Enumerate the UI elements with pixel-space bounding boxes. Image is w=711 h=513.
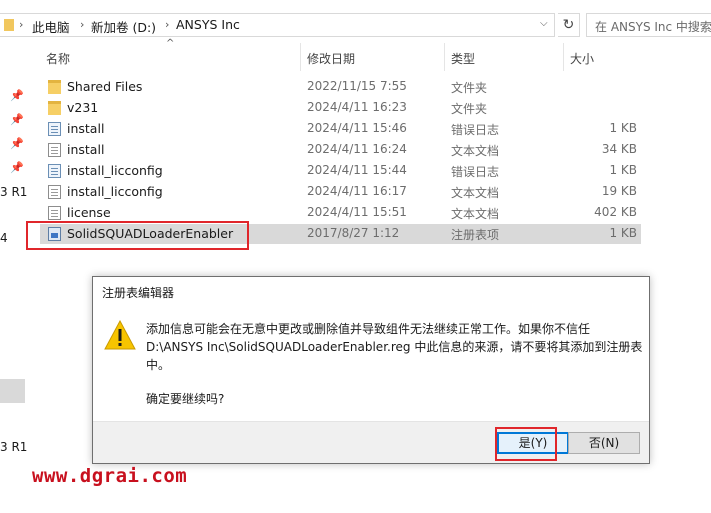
chevron-down-icon[interactable]: ⌵: [540, 18, 548, 29]
file-size: 34 KB: [601, 142, 637, 156]
file-type: 文本文档: [451, 207, 500, 221]
text-file-icon: [48, 185, 61, 199]
file-row[interactable]: install_licconfig 2024/4/11 16:17 文本文档 1…: [40, 182, 641, 202]
column-header-name[interactable]: 名称: [46, 50, 70, 67]
dialog-message-line: 添加信息可能会在无意中更改或删除值并导致组件无法继续正常工作。如果你不信任: [146, 322, 591, 336]
search-placeholder: 在 ANSYS Inc 中搜索: [595, 20, 711, 34]
warning-icon: [104, 320, 136, 350]
nav-item-fragment[interactable]: 3 R1: [0, 185, 27, 199]
highlight-box-file: [26, 221, 249, 250]
text-file-icon: [48, 143, 61, 157]
log-file-icon: [48, 164, 61, 178]
column-divider[interactable]: [300, 43, 301, 71]
dialog-message: 添加信息可能会在无意中更改或删除值并导致组件无法继续正常工作。如果你不信任 D:…: [146, 320, 646, 374]
file-size: 1 KB: [609, 121, 637, 135]
file-date: 2024/4/11 16:23: [307, 100, 407, 114]
file-row[interactable]: install 2024/4/11 15:46 错误日志 1 KB: [40, 119, 641, 139]
file-row[interactable]: license 2024/4/11 15:51 文本文档 402 KB: [40, 203, 641, 223]
breadcrumb-this-pc[interactable]: 此电脑: [32, 17, 70, 36]
folder-icon: [4, 19, 14, 31]
file-size: 1 KB: [609, 163, 637, 177]
dialog-button-bar: 是(Y) 否(N): [93, 421, 649, 463]
dialog-message-line: D:\ANSYS Inc\SolidSQUADLoaderEnabler.reg…: [146, 340, 643, 354]
column-header-type[interactable]: 类型: [451, 50, 475, 67]
dialog-title: 注册表编辑器: [102, 286, 175, 300]
file-date: 2017/8/27 1:12: [307, 226, 400, 240]
log-file-icon: [48, 122, 61, 136]
pin-icon: 📌: [10, 89, 24, 102]
nav-item-selected[interactable]: [0, 379, 25, 403]
file-name: install: [67, 142, 105, 157]
file-name: install: [67, 121, 105, 136]
nav-item-fragment[interactable]: 3 R1: [0, 440, 27, 454]
file-size: 402 KB: [594, 205, 637, 219]
refresh-icon: ↻: [562, 17, 575, 33]
watermark: www.dgrai.com: [32, 465, 188, 487]
sort-ascending-icon: ^: [166, 38, 175, 49]
file-date: 2022/11/15 7:55: [307, 79, 407, 93]
file-type: 文本文档: [451, 186, 500, 200]
dialog-confirm-text: 确定要继续吗?: [146, 392, 225, 406]
folder-icon: [48, 101, 61, 115]
file-type: 注册表项: [451, 228, 500, 242]
text-file-icon: [48, 206, 61, 220]
file-size: 1 KB: [609, 226, 637, 240]
chevron-right-icon: ›: [165, 18, 170, 31]
file-name: install_licconfig: [67, 184, 163, 199]
chevron-right-icon: ›: [80, 18, 85, 31]
file-row[interactable]: v231 2024/4/11 16:23 文件夹: [40, 98, 641, 118]
search-input[interactable]: 在 ANSYS Inc 中搜索: [586, 13, 711, 37]
file-name: install_licconfig: [67, 163, 163, 178]
column-header-date[interactable]: 修改日期: [307, 50, 355, 67]
file-row[interactable]: Shared Files 2022/11/15 7:55 文件夹: [40, 77, 641, 97]
highlight-box-yes: [495, 427, 557, 461]
breadcrumb-ansys[interactable]: ANSYS Inc: [176, 17, 240, 32]
column-divider[interactable]: [444, 43, 445, 71]
refresh-button[interactable]: ↻: [558, 13, 580, 37]
file-name: Shared Files: [67, 79, 143, 94]
file-date: 2024/4/11 16:17: [307, 184, 407, 198]
dialog-message-line: 中。: [146, 358, 171, 372]
pin-icon: 📌: [10, 113, 24, 126]
file-row[interactable]: install 2024/4/11 16:24 文本文档 34 KB: [40, 140, 641, 160]
file-row[interactable]: install_licconfig 2024/4/11 15:44 错误日志 1…: [40, 161, 641, 181]
chevron-right-icon: ›: [19, 18, 24, 31]
file-type: 文件夹: [451, 102, 488, 116]
file-date: 2024/4/11 15:46: [307, 121, 407, 135]
pin-icon: 📌: [10, 161, 24, 174]
file-size: 19 KB: [601, 184, 637, 198]
file-name: v231: [67, 100, 99, 115]
file-type: 错误日志: [451, 165, 500, 179]
column-header-size[interactable]: 大小: [570, 50, 594, 67]
file-type: 文件夹: [451, 81, 488, 95]
address-bar-area: › 此电脑 › 新加卷 (D:) › ANSYS Inc ⌵ ↻ 在 ANSYS…: [0, 9, 711, 39]
file-date: 2024/4/11 16:24: [307, 142, 407, 156]
pin-icon: 📌: [10, 137, 24, 150]
no-button[interactable]: 否(N): [568, 432, 640, 454]
file-name: license: [67, 205, 111, 220]
address-bar[interactable]: › 此电脑 › 新加卷 (D:) › ANSYS Inc ⌵: [0, 13, 555, 37]
file-type: 文本文档: [451, 144, 500, 158]
folder-icon: [48, 80, 61, 94]
file-date: 2024/4/11 15:51: [307, 205, 407, 219]
registry-editor-dialog: 注册表编辑器 添加信息可能会在无意中更改或删除值并导致组件无法继续正常工作。如果…: [92, 276, 650, 464]
file-date: 2024/4/11 15:44: [307, 163, 407, 177]
file-type: 错误日志: [451, 123, 500, 137]
breadcrumb-drive-d[interactable]: 新加卷 (D:): [91, 17, 156, 36]
column-divider[interactable]: [563, 43, 564, 71]
nav-item-fragment[interactable]: 4: [0, 231, 8, 245]
